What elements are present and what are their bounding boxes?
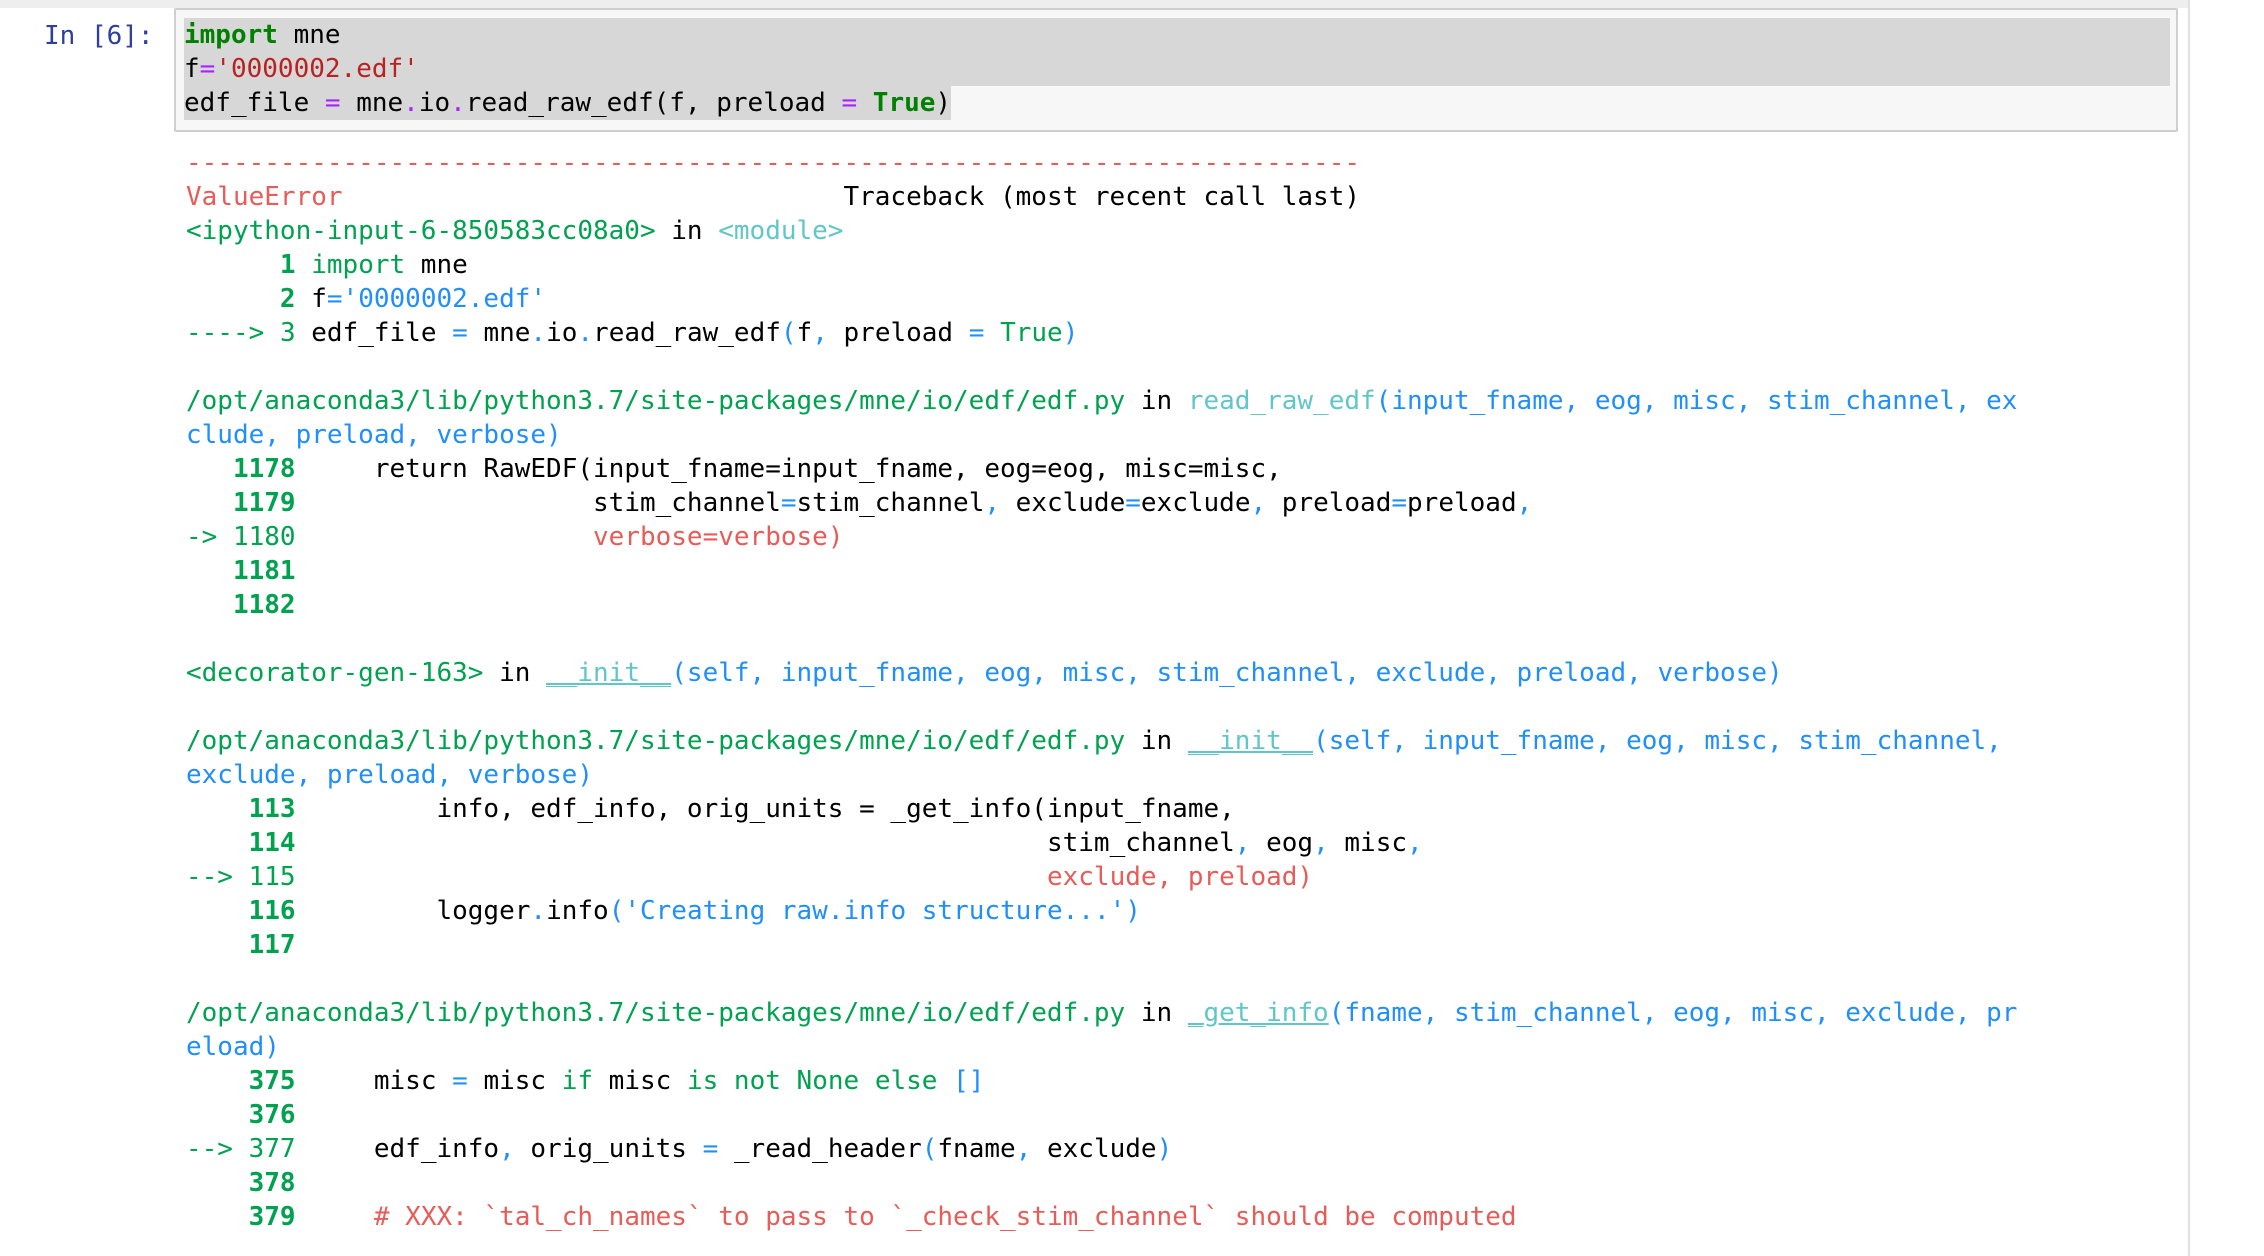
frame-location: /opt/anaconda3/lib/python3.7/site-packag… xyxy=(186,386,1126,416)
error-type: ValueError xyxy=(186,182,343,212)
code-input-text[interactable]: import mne f='0000002.edf' edf_file = mn… xyxy=(184,18,2170,120)
top-strip xyxy=(0,0,2190,8)
input-line-3: edf_file = mne.io.read_raw_edf(f, preloa… xyxy=(184,86,952,120)
scrollbar-track[interactable] xyxy=(2188,0,2190,1256)
traceback-header: Traceback (most recent call last) xyxy=(843,182,1361,212)
traceback-output: ----------------------------------------… xyxy=(186,148,2018,1232)
frame-location: /opt/anaconda3/lib/python3.7/site-packag… xyxy=(186,998,1126,1028)
code-cell-input[interactable]: import mne f='0000002.edf' edf_file = mn… xyxy=(174,8,2178,132)
frame-location: /opt/anaconda3/lib/python3.7/site-packag… xyxy=(186,726,1126,756)
input-line-1: import mne xyxy=(184,18,2170,52)
traceback-separator: ----------------------------------------… xyxy=(186,148,1360,178)
frame-location: <ipython-input-6-850583cc08a0> xyxy=(186,216,656,246)
input-prompt: In [6]: xyxy=(44,21,154,51)
frame-location: <decorator-gen-163> xyxy=(186,658,484,688)
frame-function: <module> xyxy=(718,216,844,246)
input-line-2: f='0000002.edf' xyxy=(184,52,2170,86)
